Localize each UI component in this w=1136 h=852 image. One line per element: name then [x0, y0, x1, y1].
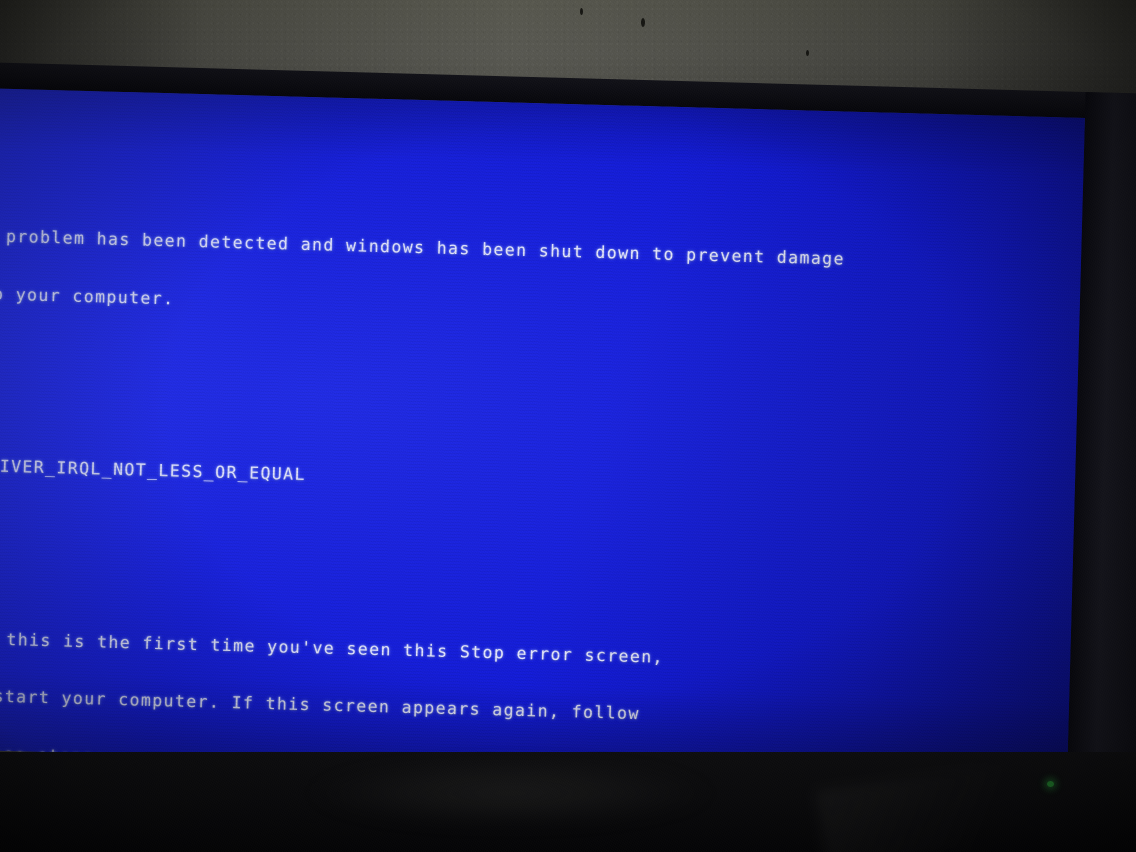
aoc-monitor: A problem has been detected and windows … — [0, 62, 1136, 834]
bsod-error-code-paragraph: DRIVER_IRQL_NOT_LESS_OR_EQUAL — [0, 418, 1085, 545]
bsod-intro-paragraph: A problem has been detected and windows … — [0, 188, 1085, 372]
bsod-intro-line-1: A problem has been detected and windows … — [0, 226, 846, 269]
bsod-first-time-line-2: restart your computer. If this screen ap… — [0, 686, 640, 724]
lcd-screen: A problem has been detected and windows … — [0, 88, 1085, 780]
desk-highlight — [300, 758, 720, 828]
bsod-error-code: DRIVER_IRQL_NOT_LESS_OR_EQUAL — [0, 456, 307, 485]
bsod-intro-line-2: to your computer. — [0, 283, 175, 309]
bsod-first-time-line-1: If this is the first time you've seen th… — [0, 628, 665, 667]
photograph-of-monitor: A problem has been detected and windows … — [0, 0, 1136, 852]
power-led-indicator — [1047, 781, 1054, 787]
blue-screen-of-death: A problem has been detected and windows … — [0, 130, 1085, 779]
